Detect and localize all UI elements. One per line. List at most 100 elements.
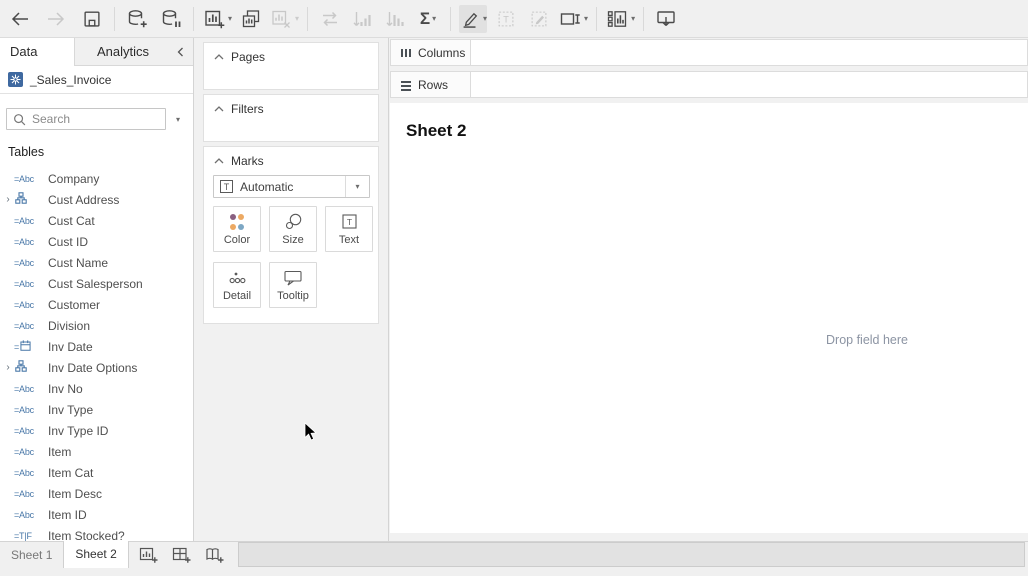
main-toolbar: ▾ ▾ Σ ▾ ▾ T	[0, 0, 1028, 38]
highlight-icon[interactable]: ▾	[459, 5, 487, 33]
field-row[interactable]: =Abc Customer	[0, 294, 193, 315]
save-icon[interactable]	[78, 5, 106, 33]
tab-data[interactable]: Data	[0, 38, 74, 66]
duplicate-sheet-icon[interactable]	[237, 5, 265, 33]
collapse-chevron-icon[interactable]	[214, 106, 224, 112]
clear-sheet-icon: ▾	[269, 5, 299, 33]
field-row[interactable]: =T|F Item Stocked?	[0, 525, 193, 541]
collapse-pane-button[interactable]	[167, 38, 193, 66]
field-label: Inv Date Options	[48, 361, 137, 375]
field-row[interactable]: =Abc Inv Type ID	[0, 420, 193, 441]
worksheet-canvas: Columns Rows Sheet 2 Drop field here	[388, 38, 1028, 541]
field-type-icon: =Abc	[14, 258, 46, 268]
field-label: Item Cat	[48, 466, 93, 480]
totals-icon[interactable]: Σ ▾	[414, 5, 442, 33]
forward-icon	[42, 5, 70, 33]
field-row[interactable]: =Abc Cust Salesperson	[0, 273, 193, 294]
datasource-item[interactable]: _Sales_Invoice	[0, 66, 193, 94]
svg-text:T: T	[346, 217, 351, 227]
field-label: Item	[48, 445, 71, 459]
marks-size-button[interactable]: Size	[269, 206, 317, 252]
collapse-chevron-icon[interactable]	[214, 54, 224, 60]
search-input[interactable]: Search	[6, 108, 166, 130]
mark-type-dropdown[interactable]: T Automatic ▾	[213, 175, 370, 198]
field-type-icon: =Abc	[14, 279, 46, 289]
field-label: Cust ID	[48, 235, 88, 249]
pause-auto-updates-icon[interactable]	[157, 5, 185, 33]
new-story-button[interactable]	[202, 542, 228, 568]
field-label: Division	[48, 319, 90, 333]
field-row[interactable]: › Inv Date Options	[0, 357, 193, 378]
new-worksheet-button[interactable]	[136, 542, 162, 568]
field-row[interactable]: =Abc Item ID	[0, 504, 193, 525]
new-dashboard-button[interactable]	[169, 542, 195, 568]
back-icon[interactable]	[6, 5, 34, 33]
collapse-chevron-icon[interactable]	[214, 158, 224, 164]
field-expander-icon[interactable]: ›	[2, 363, 14, 373]
new-worksheet-icon[interactable]: ▾	[202, 5, 232, 33]
columns-icon	[400, 47, 412, 59]
field-row[interactable]: =Abc Cust Name	[0, 252, 193, 273]
field-type-icon: =Abc	[14, 384, 46, 394]
marks-color-button[interactable]: Color	[213, 206, 261, 252]
field-row[interactable]: =Abc Company	[0, 168, 193, 189]
size-icon	[285, 213, 302, 231]
field-type-icon	[14, 192, 46, 207]
new-data-source-icon[interactable]	[123, 5, 151, 33]
marks-tooltip-button[interactable]: Tooltip	[269, 262, 317, 308]
datasource-icon	[8, 72, 23, 87]
sheet-tab-2[interactable]: Sheet 2	[63, 541, 128, 568]
text-icon: T	[342, 213, 357, 231]
tables-list: =Abc Company › Cust Address =Abc Cust Ca…	[0, 168, 193, 541]
svg-text:T: T	[503, 14, 509, 24]
field-type-icon: =Abc	[14, 510, 46, 520]
rows-shelf[interactable]	[471, 71, 1028, 98]
data-pane: Data Analytics _Sales_Invoice Search ▾	[0, 38, 194, 541]
field-row[interactable]: =Abc Inv No	[0, 378, 193, 399]
columns-shelf[interactable]	[471, 39, 1028, 66]
dropdown-caret-icon[interactable]: ▾	[345, 176, 369, 197]
marks-text-button[interactable]: T Text	[325, 206, 373, 252]
field-label: Cust Salesperson	[48, 277, 143, 291]
field-type-icon: =Abc	[14, 216, 46, 226]
field-expander-icon[interactable]: ›	[2, 195, 14, 205]
pages-card[interactable]: Pages	[203, 42, 379, 90]
field-row[interactable]: =Abc Cust ID	[0, 231, 193, 252]
field-type-icon: =Abc	[14, 174, 46, 184]
field-row[interactable]: =Abc Item Desc	[0, 483, 193, 504]
field-type-icon: =Abc	[14, 468, 46, 478]
sheet-title: Sheet 2	[406, 121, 466, 141]
search-placeholder: Search	[32, 112, 70, 126]
field-row[interactable]: = Inv Date	[0, 336, 193, 357]
mouse-cursor	[304, 422, 318, 442]
search-options-caret-icon[interactable]: ▾	[166, 115, 190, 124]
field-row[interactable]: =Abc Cust Cat	[0, 210, 193, 231]
field-type-icon: =Abc	[14, 321, 46, 331]
marks-card-title: Marks	[231, 154, 264, 168]
marks-detail-button[interactable]: Detail	[213, 262, 261, 308]
field-label: Cust Address	[48, 193, 119, 207]
tables-section-title: Tables	[0, 145, 193, 159]
fix-axes-icon	[525, 5, 553, 33]
field-type-icon: =Abc	[14, 237, 46, 247]
chevron-left-icon	[177, 47, 184, 57]
field-row[interactable]: =Abc Item	[0, 441, 193, 462]
datasource-name: _Sales_Invoice	[30, 73, 111, 87]
show-hide-cards-icon[interactable]: ▾	[605, 5, 635, 33]
empty-tab-strip	[238, 542, 1025, 567]
presentation-mode-icon[interactable]	[652, 5, 680, 33]
field-row[interactable]: =Abc Division	[0, 315, 193, 336]
sort-ascending-icon	[349, 5, 377, 33]
search-icon	[13, 113, 26, 126]
sheet-view[interactable]: Sheet 2 Drop field here	[390, 103, 1028, 533]
field-row[interactable]: =Abc Item Cat	[0, 462, 193, 483]
field-row[interactable]: =Abc Inv Type	[0, 399, 193, 420]
field-type-icon: =Abc	[14, 426, 46, 436]
text-mark-icon: T	[220, 180, 233, 193]
field-type-icon: =Abc	[14, 447, 46, 457]
sheet-tab-1[interactable]: Sheet 1	[0, 542, 63, 568]
tab-analytics[interactable]: Analytics	[74, 38, 167, 66]
fit-icon[interactable]: ▾	[558, 5, 588, 33]
filters-card[interactable]: Filters	[203, 94, 379, 142]
field-row[interactable]: › Cust Address	[0, 189, 193, 210]
